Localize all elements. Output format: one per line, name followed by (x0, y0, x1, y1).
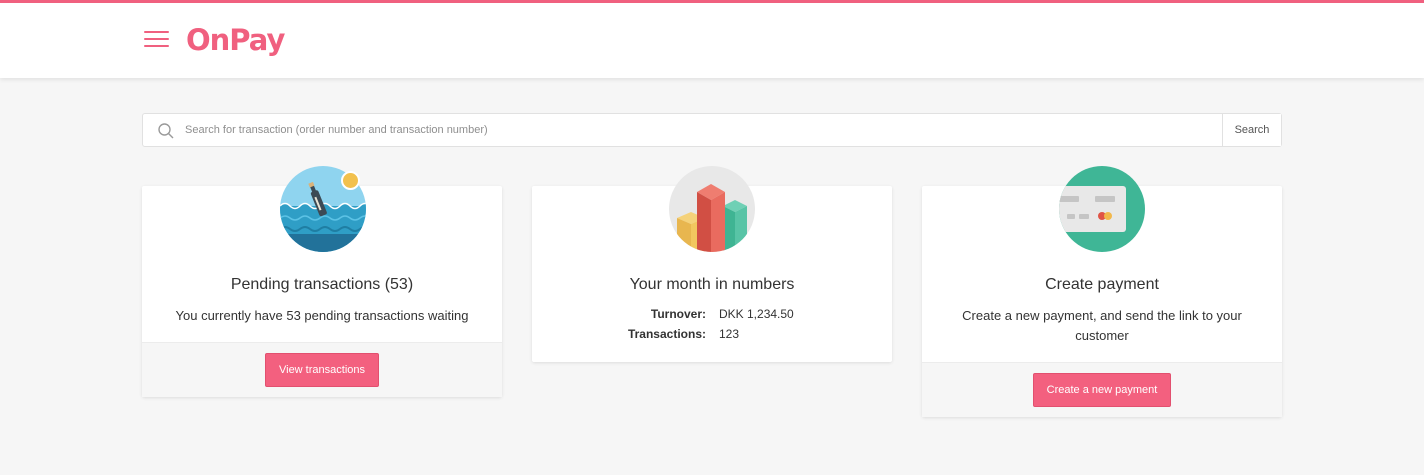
transaction-search-bar: Search (142, 113, 1282, 147)
pending-transactions-title: Pending transactions (53) (230, 276, 414, 293)
transactions-value: 123 (719, 327, 740, 341)
create-payment-text: Create a new payment, and send the link … (962, 308, 1242, 343)
create-new-payment-button[interactable]: Create a new payment (1033, 373, 1171, 407)
onpay-logo[interactable]: OnPay (186, 23, 285, 57)
pending-transactions-text: You currently have 53 pending transactio… (175, 308, 469, 323)
create-payment-title: Create payment (1045, 276, 1159, 293)
transactions-row: Transactions: 123 (532, 327, 892, 347)
transactions-label: Transactions: (627, 327, 706, 341)
search-button[interactable]: Search (1222, 114, 1281, 146)
turnover-row: Turnover: DKK 1,234.50 (532, 307, 892, 327)
hamburger-menu-icon[interactable] (143, 27, 171, 51)
search-input[interactable] (185, 114, 1221, 146)
top-navbar: OnPay (0, 0, 1424, 78)
notification-dot (341, 171, 360, 190)
turnover-label: Turnover: (650, 307, 706, 321)
bar-chart-icon (669, 166, 755, 252)
view-transactions-button[interactable]: View transactions (265, 353, 379, 387)
turnover-value: DKK 1,234.50 (719, 307, 794, 321)
credit-card-icon (1059, 166, 1145, 252)
month-in-numbers-title: Your month in numbers (629, 276, 795, 293)
card-footer: Create a new payment (922, 362, 1282, 417)
search-icon (158, 123, 174, 139)
card-footer: View transactions (142, 342, 502, 397)
